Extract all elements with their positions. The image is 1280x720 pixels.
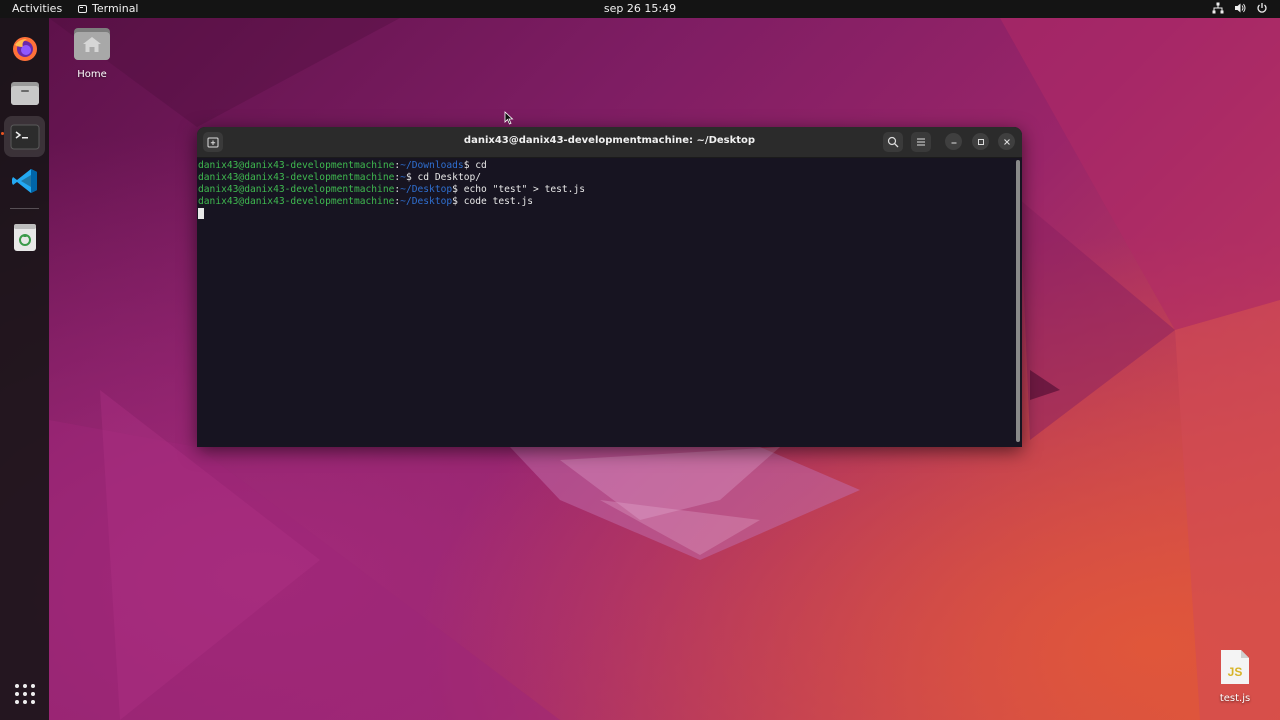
new-tab-icon xyxy=(207,137,219,148)
mouse-pointer-icon xyxy=(504,111,514,125)
terminal-output[interactable]: danix43@danix43-developmentmachine:~/Dow… xyxy=(197,158,1012,447)
command-text: cd xyxy=(475,160,487,171)
trash-icon xyxy=(13,223,36,251)
top-bar: Activities Terminal sep 26 15:49 xyxy=(0,0,1280,18)
show-apps-button[interactable] xyxy=(4,673,45,714)
grid-icon xyxy=(14,683,35,704)
prompt-user: danix43@danix43-developmentmachine xyxy=(198,160,395,171)
system-tray[interactable] xyxy=(1212,2,1268,14)
desktop-home-folder[interactable]: Home xyxy=(57,26,127,80)
terminal-input-line[interactable] xyxy=(198,208,1012,220)
power-icon xyxy=(1257,3,1267,13)
maximize-button[interactable] xyxy=(972,133,989,150)
firefox-icon xyxy=(12,36,37,61)
prompt-path: ~/Downloads xyxy=(400,160,464,171)
terminal-headerbar[interactable]: danix43@danix43-developmentmachine: ~/De… xyxy=(197,127,1022,158)
app-menu-label: Terminal xyxy=(92,2,139,15)
window-title: danix43@danix43-developmentmachine: ~/De… xyxy=(463,135,756,146)
files-icon xyxy=(10,81,39,105)
prompt-user: danix43@danix43-developmentmachine xyxy=(198,172,395,183)
dock-firefox[interactable] xyxy=(4,28,45,69)
prompt-symbol: $ xyxy=(452,196,464,207)
file-label: test.js xyxy=(1219,693,1251,704)
terminal-icon xyxy=(78,4,87,13)
terminal-icon xyxy=(10,124,39,149)
dock-trash[interactable] xyxy=(4,216,45,257)
menu-button[interactable] xyxy=(911,132,931,152)
activities-button[interactable]: Activities xyxy=(12,2,62,15)
minimize-button[interactable] xyxy=(945,133,962,150)
new-tab-button[interactable] xyxy=(203,132,223,152)
close-icon xyxy=(1003,138,1010,145)
desktop-file-testjs[interactable]: JS test.js xyxy=(1200,648,1270,704)
terminal-line: danix43@danix43-developmentmachine:~$ cd… xyxy=(198,172,1012,184)
terminal-line: danix43@danix43-developmentmachine:~/Des… xyxy=(198,196,1012,208)
dock xyxy=(0,18,49,720)
prompt-path: ~/Desktop xyxy=(400,196,453,207)
terminal-window[interactable]: danix43@danix43-developmentmachine: ~/De… xyxy=(197,127,1022,447)
search-icon xyxy=(887,136,899,148)
maximize-icon xyxy=(977,138,984,145)
close-button[interactable] xyxy=(998,133,1015,150)
dock-terminal[interactable] xyxy=(4,116,45,157)
home-folder-label: Home xyxy=(77,69,107,80)
app-menu-button[interactable]: Terminal xyxy=(78,2,139,15)
prompt-symbol: $ xyxy=(405,172,418,183)
volume-icon xyxy=(1235,3,1246,13)
hamburger-menu-icon xyxy=(917,138,925,146)
prompt-path: ~/Desktop xyxy=(400,184,453,195)
prompt-symbol: $ xyxy=(463,160,476,171)
dock-vscode[interactable] xyxy=(4,160,45,201)
dock-files[interactable] xyxy=(4,72,45,113)
minimize-icon xyxy=(951,141,956,144)
text-cursor xyxy=(198,208,204,219)
dock-separator xyxy=(10,208,39,209)
terminal-line: danix43@danix43-developmentmachine:~/Dow… xyxy=(198,160,1012,172)
prompt-user: danix43@danix43-developmentmachine xyxy=(198,196,395,207)
clock-button[interactable]: sep 26 15:49 xyxy=(604,2,676,15)
terminal-scrollbar[interactable] xyxy=(1016,160,1020,442)
home-folder-icon xyxy=(74,28,110,60)
javascript-file-icon: JS xyxy=(1221,650,1249,684)
prompt-user: danix43@danix43-developmentmachine xyxy=(198,184,395,195)
prompt-symbol: $ xyxy=(452,184,464,195)
command-text: code test.js xyxy=(463,196,534,207)
clock-area: sep 26 15:49 xyxy=(0,2,1280,15)
network-icon xyxy=(1212,2,1224,14)
vscode-icon xyxy=(11,168,37,193)
command-text: cd Desktop/ xyxy=(417,172,482,183)
search-button[interactable] xyxy=(883,132,903,152)
command-text: echo "test" > test.js xyxy=(463,184,586,195)
terminal-line: danix43@danix43-developmentmachine:~/Des… xyxy=(198,184,1012,196)
file-badge: JS xyxy=(1228,665,1243,679)
